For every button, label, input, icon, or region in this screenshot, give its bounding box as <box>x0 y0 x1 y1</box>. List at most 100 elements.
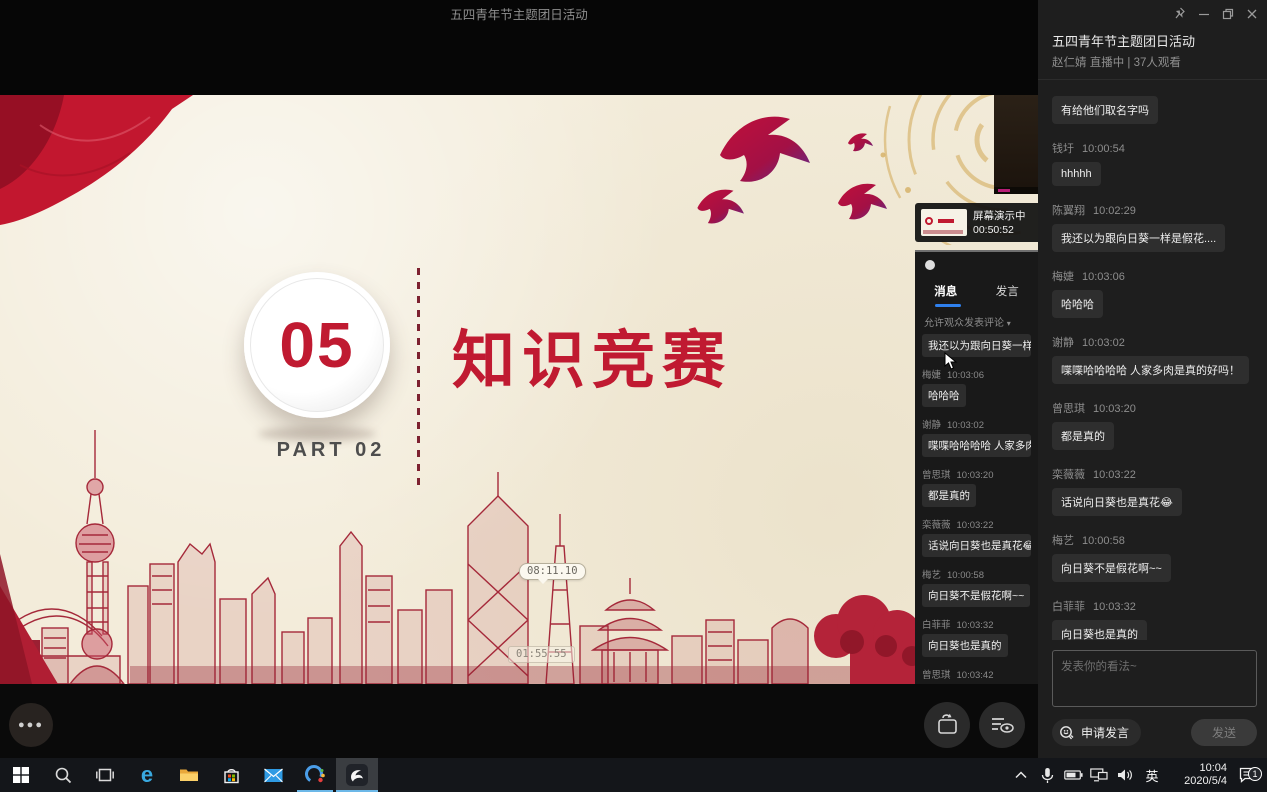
pin-icon[interactable] <box>1172 7 1187 20</box>
screen-presenting-badge: 屏幕演示中 00:50:52 <box>915 203 1038 242</box>
chat-bubble: 都是真的 <box>922 484 976 507</box>
task-view-button[interactable] <box>84 758 126 792</box>
inner-permission-dropdown: 允许观众发表评论 ▾ <box>924 314 1011 329</box>
comment-overlay-toggle-button[interactable] <box>979 702 1025 748</box>
chat-bubble: 哈哈哈 <box>922 384 966 407</box>
notification-center-button[interactable]: 1 <box>1233 767 1263 783</box>
taskbar-clock[interactable]: 10:04 2020/5/4 <box>1169 762 1227 788</box>
shanghai-skyline <box>0 394 1038 684</box>
ime-indicator[interactable]: 英 <box>1141 766 1163 785</box>
chat-message: 谢静10:03:02 喋喋哈哈哈哈 人家多肉是真的好吗！ <box>922 417 1031 462</box>
chat-message: 有给他们取名字吗 <box>1052 96 1259 129</box>
store-icon <box>223 767 240 784</box>
explorer-icon <box>179 767 199 783</box>
chat-time: 10:03:20 <box>957 470 994 481</box>
more-button[interactable]: ●●● <box>9 703 53 747</box>
chat-sidebar: 五四青年节主题团日活动 赵仁婧 直播中 | 37人观看 有给他们取名字吗 钱圩1… <box>1038 0 1267 758</box>
chat-time: 10:00:58 <box>947 570 984 581</box>
clock-date: 2020/5/4 <box>1169 775 1227 788</box>
task-view-icon <box>96 767 114 783</box>
start-button[interactable] <box>0 758 42 792</box>
chat-time: 10:03:22 <box>1093 469 1136 481</box>
edge-browser-button[interactable]: e <box>126 758 168 792</box>
taskbar: e <box>0 758 1267 792</box>
minimize-icon[interactable] <box>1196 7 1211 20</box>
chat-message: 梅艺10:00:58 向日葵不是假花啊~~ <box>1052 532 1259 587</box>
inner-tab-speak: 发言 <box>977 283 1039 299</box>
meeting-app-button[interactable] <box>294 758 336 792</box>
main-window-title: 五四青年节主题团日活动 <box>450 4 588 23</box>
mic-icon <box>1041 767 1054 784</box>
chat-message: 栾薇薇10:03:22 话说向日葵也是真花😂 <box>1052 466 1259 521</box>
chat-time: 10:03:06 <box>947 370 984 381</box>
raise-hand-icon <box>1058 724 1076 742</box>
request-speak-button[interactable]: 申请发言 <box>1052 719 1141 746</box>
time-marker-badge: 01:55.55 <box>508 646 575 663</box>
main-bottom-bar: ●●● <box>0 684 1038 758</box>
chat-author: 白菲菲 <box>1052 601 1085 613</box>
microsoft-store-button[interactable] <box>210 758 252 792</box>
tray-display-button[interactable] <box>1089 768 1109 782</box>
presenting-label: 屏幕演示中 <box>973 209 1026 223</box>
chat-message-list[interactable]: 有给他们取名字吗 钱圩10:00:54 hhhhh 陈翼翔10:02:29 我还… <box>1052 96 1259 640</box>
edge-icon: e <box>141 765 153 785</box>
switch-window-icon <box>934 713 960 737</box>
chat-bubble: 喋喋哈哈哈哈 人家多肉是真的好吗！ <box>1052 356 1249 384</box>
comment-view-icon <box>989 715 1015 735</box>
chat-bubble: 我还以为跟向日葵一样是假花.... <box>922 334 1031 357</box>
inner-chat-panel: 消息 发言 允许观众发表评论 ▾ 我还以为跟向日葵一样是假花.... <box>915 250 1038 684</box>
switch-window-button[interactable] <box>924 702 970 748</box>
chat-message: 曾思琪10:03:42 可惜向日葵都已经枯萎了 <box>922 667 1031 684</box>
tray-chevron-button[interactable] <box>1011 771 1031 779</box>
shared-screen-stage: 05 PART 02 知识竞赛 08:11.10 01:55.55 屏幕演示中 … <box>0 95 1038 684</box>
chat-message: 陈翼翔10:02:29 我还以为跟向日葵一样是假花.... <box>1052 202 1259 257</box>
comment-input[interactable] <box>1052 650 1257 707</box>
clock-time: 10:04 <box>1169 762 1227 775</box>
taskbar-search-button[interactable] <box>42 758 84 792</box>
chat-bubble: 话说向日葵也是真花😂 <box>1052 488 1182 516</box>
notification-count-badge: 1 <box>1248 767 1262 781</box>
record-dot <box>925 260 935 270</box>
close-icon[interactable] <box>1244 7 1259 20</box>
chat-message: 钱圩10:00:54 hhhhh <box>1052 140 1259 191</box>
chat-bubble: 喋喋哈哈哈哈 人家多肉是真的好吗！ <box>922 434 1031 457</box>
meeting-app-icon <box>304 764 326 786</box>
birds-decoration <box>690 105 920 250</box>
chat-bubble: 向日葵不是假花啊~~ <box>1052 554 1171 582</box>
live-app-button[interactable] <box>336 758 378 792</box>
chat-author: 谢静 <box>922 420 941 431</box>
chat-author: 梅婕 <box>1052 271 1074 283</box>
chat-message: 谢静10:03:02 喋喋哈哈哈哈 人家多肉是真的好吗！ <box>1052 334 1259 389</box>
tray-volume-button[interactable] <box>1115 768 1135 782</box>
dual-display-icon <box>1090 768 1108 782</box>
search-icon <box>54 766 72 784</box>
chat-author: 梅艺 <box>922 570 941 581</box>
chat-time: 10:03:02 <box>1082 337 1125 349</box>
chat-bubble: 向日葵也是真的 <box>1052 620 1147 640</box>
chat-message: 白菲菲10:03:32 向日葵也是真的 <box>1052 598 1259 640</box>
stream-title: 五四青年节主题团日活动 <box>1052 31 1195 50</box>
tray-mic-button[interactable] <box>1037 767 1057 784</box>
chat-author: 栾薇薇 <box>922 520 951 531</box>
slide-section-number-circle: 05 <box>244 272 390 418</box>
chat-time: 10:00:58 <box>1082 535 1125 547</box>
chat-message: 曾思琪10:03:20 都是真的 <box>922 467 1031 512</box>
request-speak-label: 申请发言 <box>1081 724 1129 741</box>
dropdown-arrow-icon: ▾ <box>1007 319 1011 328</box>
mail-button[interactable] <box>252 758 294 792</box>
chat-bubble: 向日葵也是真的 <box>922 634 1008 657</box>
chat-author: 曾思琪 <box>1052 403 1085 415</box>
chat-time: 10:03:06 <box>1082 271 1125 283</box>
send-button[interactable]: 发送 <box>1191 719 1257 746</box>
slide-section-number: 05 <box>279 308 354 382</box>
time-marker-badge: 08:11.10 <box>519 563 586 580</box>
chat-message: 栾薇薇10:03:22 话说向日葵也是真花😂 <box>922 517 1031 562</box>
presenting-thumbnail <box>921 209 967 236</box>
file-explorer-button[interactable] <box>168 758 210 792</box>
chat-time: 10:03:32 <box>957 620 994 631</box>
dashed-divider <box>417 268 420 486</box>
chat-message: 梅艺10:00:58 向日葵不是假花啊~~ <box>922 567 1031 612</box>
tray-battery-button[interactable] <box>1063 770 1083 780</box>
more-icon: ●●● <box>18 719 44 731</box>
maximize-icon[interactable] <box>1220 7 1235 20</box>
